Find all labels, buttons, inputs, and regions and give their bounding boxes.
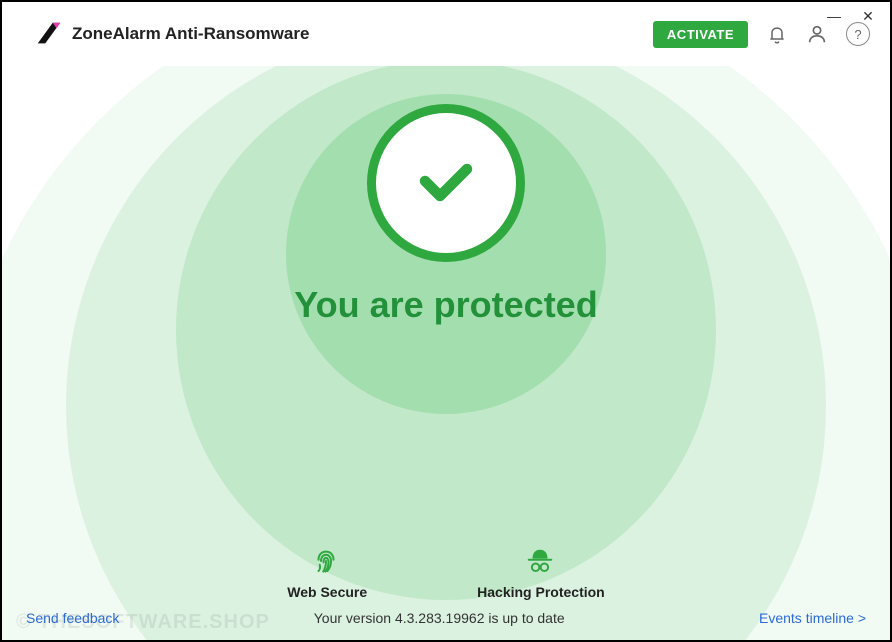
logo: ZoneAlarm Anti-Ransomware	[34, 19, 309, 49]
help-icon[interactable]: ?	[846, 22, 870, 46]
status-badge	[367, 104, 525, 262]
anonymous-icon	[525, 546, 557, 578]
app-title: ZoneAlarm Anti-Ransomware	[72, 24, 309, 44]
features-row: Web Secure Hacking Protection	[26, 546, 866, 600]
send-feedback-link[interactable]: Send feedback	[26, 610, 119, 626]
version-text: Your version 4.3.283.19962 is up to date	[119, 610, 759, 626]
bottom-row: Send feedback Your version 4.3.283.19962…	[26, 610, 866, 626]
events-timeline-link[interactable]: Events timeline >	[759, 610, 866, 626]
zonealarm-logo-icon	[34, 19, 64, 49]
feature-hacking-protection[interactable]: Hacking Protection	[477, 546, 605, 600]
activate-button[interactable]: ACTIVATE	[653, 21, 748, 48]
header-right: ACTIVATE ?	[653, 21, 870, 48]
window-controls: — ✕	[826, 8, 876, 24]
main-stage: You are protected Web Secure	[2, 66, 890, 640]
feature-label: Hacking Protection	[477, 584, 605, 600]
bell-icon[interactable]	[766, 23, 788, 45]
header: ZoneAlarm Anti-Ransomware ACTIVATE ?	[2, 2, 890, 66]
user-icon[interactable]	[806, 23, 828, 45]
fingerprint-icon	[311, 546, 343, 578]
close-button[interactable]: ✕	[860, 8, 876, 24]
checkmark-icon	[410, 145, 482, 222]
feature-label: Web Secure	[287, 584, 367, 600]
minimize-button[interactable]: —	[826, 8, 842, 24]
footer: Web Secure Hacking Protection Send feedb…	[2, 546, 890, 640]
status-headline: You are protected	[294, 284, 597, 326]
feature-web-secure[interactable]: Web Secure	[287, 546, 367, 600]
